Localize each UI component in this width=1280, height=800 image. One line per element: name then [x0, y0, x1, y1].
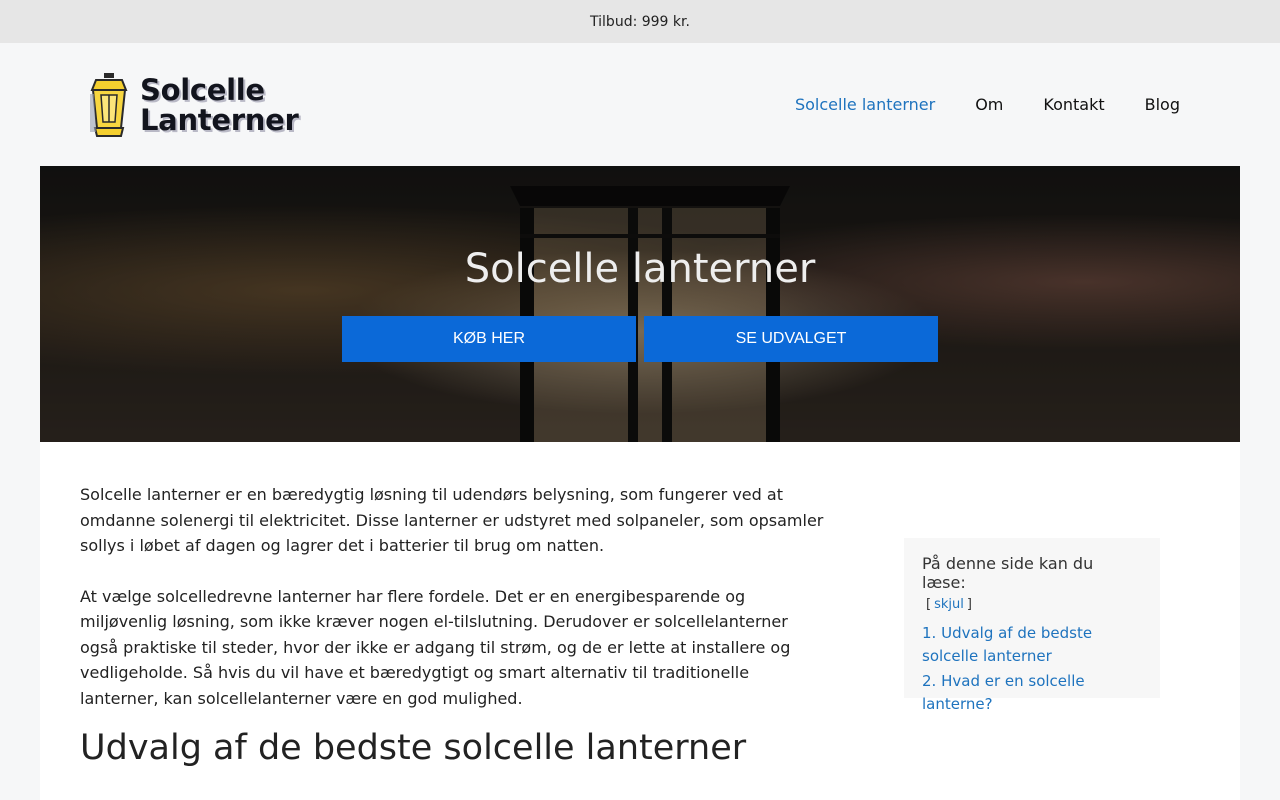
logo-line-2: Lanterner [140, 102, 299, 137]
intro-paragraph: Solcelle lanterner er en bæredygtig løsn… [80, 485, 824, 555]
content-area: Solcelle lanterner er en bæredygtig løsn… [40, 442, 1240, 800]
toc-item[interactable]: 1. Udvalg af de bedste solcelle lanterne… [922, 622, 1142, 668]
hero-buttons: KØB HER SE UDVALGET [342, 316, 938, 362]
toc-link-udvalg[interactable]: Udvalg af de bedste solcelle lanterner [922, 624, 1092, 665]
hero-banner: Solcelle lanterner KØB HER SE UDVALGET [40, 166, 1240, 442]
logo-line-1: Solcelle [140, 72, 265, 107]
section-heading: Udvalg af de bedste solcelle lanterner [80, 728, 747, 768]
nav-item-om[interactable]: Om [975, 95, 1003, 114]
hero-title: Solcelle lanterner [464, 246, 816, 292]
toc-item-number: 1. [922, 624, 937, 642]
lantern-logo-icon [90, 72, 128, 137]
browse-button[interactable]: SE UDVALGET [644, 316, 938, 362]
nav-item-solcelle-lanterner[interactable]: Solcelle lanterner [795, 95, 935, 114]
toc-list: 1. Udvalg af de bedste solcelle lanterne… [922, 622, 1142, 716]
toc-item-number: 2. [922, 672, 937, 690]
site-header: Solcelle Lanterner Solcelle lanterner Om… [0, 43, 1280, 166]
article-body: Solcelle lanterner er en bæredygtig løsn… [80, 482, 825, 768]
toc-hide-link[interactable]: skjul [934, 597, 964, 612]
nav-item-blog[interactable]: Blog [1145, 95, 1180, 114]
buy-button[interactable]: KØB HER [342, 316, 636, 362]
nav-item-kontakt[interactable]: Kontakt [1043, 95, 1104, 114]
main-nav: Solcelle lanterner Om Kontakt Blog [795, 95, 1180, 114]
benefits-paragraph: At vælge solcelledrevne lanterner har fl… [80, 586, 791, 708]
promo-text: Tilbud: 999 kr. [590, 13, 690, 30]
toc-item[interactable]: 2. Hvad er en solcelle lanterne? [922, 670, 1142, 716]
site-logo[interactable]: Solcelle Lanterner [86, 70, 299, 140]
logo-wordmark: Solcelle Lanterner [140, 72, 299, 137]
toc-toggle: [skjul] [926, 597, 972, 612]
toc-title: På denne side kan du læse: [922, 554, 1094, 592]
toc-link-hvad-er[interactable]: Hvad er en solcelle lanterne? [922, 672, 1085, 713]
promo-bar: Tilbud: 999 kr. [0, 0, 1280, 43]
table-of-contents: På denne side kan du læse: [skjul] 1. Ud… [904, 538, 1160, 713]
hero-overlay [40, 166, 1240, 442]
